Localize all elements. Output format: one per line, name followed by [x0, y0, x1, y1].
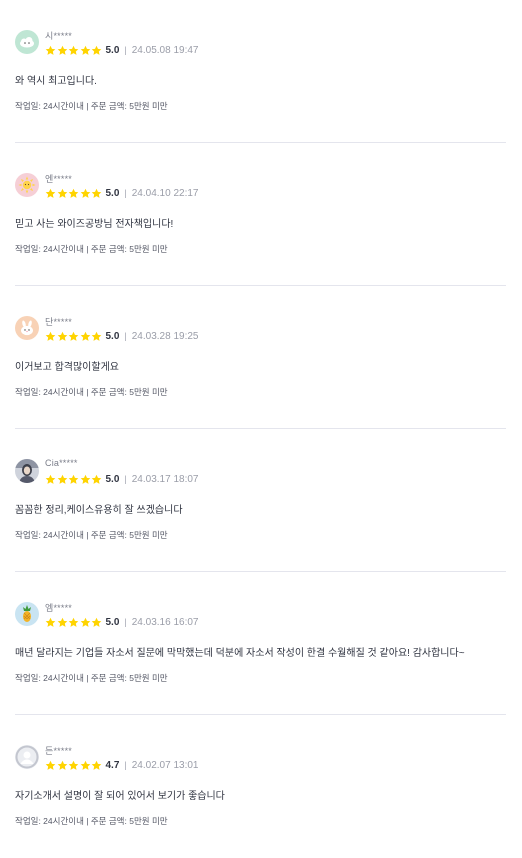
- review-content: 이거보고 합격많이할게요: [15, 362, 119, 373]
- star-icon: [45, 45, 56, 55]
- review-content: 믿고 사는 와이즈공방님 전자책입니다!: [15, 219, 174, 230]
- star-icon: [57, 474, 67, 484]
- star-icon: [57, 45, 67, 55]
- star-icon: [68, 617, 79, 627]
- star-icon: [68, 474, 79, 484]
- star-icon: [80, 760, 90, 770]
- profile-photo-avatar-icon[interactable]: [15, 459, 39, 483]
- star-rating: [45, 760, 103, 771]
- star-icon: [80, 617, 90, 627]
- star-icon: [91, 760, 102, 770]
- reviewer-nickname: Cia*****: [45, 458, 78, 468]
- reviewer-nickname: 단*****: [45, 317, 72, 327]
- review-date: 24.03.16 16:07: [131, 616, 199, 628]
- cloud-avatar-icon[interactable]: [15, 30, 39, 54]
- separator: |: [124, 474, 127, 484]
- star-icon: [68, 188, 79, 198]
- rating-line: 5.0 | 24.05.08 19:47: [45, 44, 198, 56]
- review-content: 꼼꼼한 정리,케이스유용히 잘 쓰겠습니다: [15, 505, 183, 516]
- rating-line: 5.0 | 24.03.17 18:07: [45, 473, 198, 485]
- star-rating: [45, 331, 103, 342]
- star-icon: [91, 617, 102, 627]
- review-item: 엠***** 5.0 | 24.03.16 16:07 매년 달라지는 기업들 …: [15, 572, 506, 715]
- star-icon: [68, 331, 79, 341]
- pineapple-avatar-icon[interactable]: [15, 602, 39, 626]
- review-item: 든***** 4.7 | 24.02.07 13:01 자기소개서 설명이 잘 …: [15, 715, 506, 858]
- star-icon: [80, 331, 90, 341]
- rating-line: 5.0 | 24.04.10 22:17: [45, 187, 198, 199]
- star-icon: [57, 331, 67, 341]
- review-date: 24.05.08 19:47: [131, 44, 199, 56]
- review-item: Cia***** 5.0 | 24.03.17 18:07 꼼꼼한 정리,케이스…: [15, 429, 506, 572]
- star-icon: [68, 760, 79, 770]
- separator: |: [124, 45, 127, 55]
- star-rating: [45, 45, 103, 56]
- review-list: 시***** 5.0 | 24.05.08 19:47 와 역시 최고입니다. …: [0, 0, 522, 858]
- review-meta: 작업일: 24시간이내 | 주문 금액: 5만원 미만: [15, 244, 168, 254]
- default-avatar-icon[interactable]: [15, 745, 39, 769]
- star-rating: [45, 474, 103, 485]
- star-icon: [80, 45, 90, 55]
- review-item: 엔***** 5.0 | 24.04.10 22:17 믿고 사는 와이즈공방님…: [15, 143, 506, 286]
- separator: |: [124, 331, 127, 341]
- reviewer-nickname: 엠*****: [45, 603, 72, 613]
- review-meta: 작업일: 24시간이내 | 주문 금액: 5만원 미만: [15, 673, 168, 683]
- star-icon: [91, 188, 102, 198]
- star-icon: [91, 474, 102, 484]
- star-rating: [45, 188, 103, 199]
- star-icon: [45, 617, 56, 627]
- review-item: 시***** 5.0 | 24.05.08 19:47 와 역시 최고입니다. …: [15, 0, 506, 143]
- star-icon: [45, 760, 56, 770]
- rating-score: 5.0: [105, 330, 120, 342]
- review-content: 와 역시 최고입니다.: [15, 76, 97, 87]
- review-date: 24.02.07 13:01: [131, 759, 199, 771]
- rating-score: 4.7: [105, 759, 120, 771]
- reviewer-nickname: 든*****: [45, 746, 72, 756]
- star-icon: [45, 188, 56, 198]
- star-icon: [68, 45, 79, 55]
- star-icon: [91, 45, 102, 55]
- star-icon: [57, 188, 67, 198]
- review-content: 자기소개서 설명이 잘 되어 있어서 보기가 좋습니다: [15, 791, 225, 802]
- review-content: 매년 달라지는 기업들 자소서 질문에 막막했는데 덕분에 자소서 작성이 한결…: [15, 648, 465, 659]
- star-icon: [57, 760, 67, 770]
- separator: |: [124, 188, 127, 198]
- rating-line: 4.7 | 24.02.07 13:01: [45, 759, 198, 771]
- star-icon: [80, 188, 90, 198]
- rating-score: 5.0: [105, 616, 120, 628]
- star-icon: [45, 331, 56, 341]
- rating-line: 5.0 | 24.03.28 19:25: [45, 330, 198, 342]
- rating-score: 5.0: [105, 473, 120, 485]
- sun-avatar-icon[interactable]: [15, 173, 39, 197]
- review-meta: 작업일: 24시간이내 | 주문 금액: 5만원 미만: [15, 816, 168, 826]
- review-date: 24.03.17 18:07: [131, 473, 199, 485]
- star-icon: [57, 617, 67, 627]
- rating-line: 5.0 | 24.03.16 16:07: [45, 616, 198, 628]
- separator: |: [124, 760, 127, 770]
- bunny-avatar-icon[interactable]: [15, 316, 39, 340]
- rating-score: 5.0: [105, 187, 120, 199]
- star-rating: [45, 617, 103, 628]
- star-icon: [80, 474, 90, 484]
- reviewer-nickname: 시*****: [45, 31, 72, 41]
- separator: |: [124, 617, 127, 627]
- star-icon: [45, 474, 56, 484]
- reviewer-nickname: 엔*****: [45, 174, 72, 184]
- review-item: 단***** 5.0 | 24.03.28 19:25 이거보고 합격많이할게요…: [15, 286, 506, 429]
- review-meta: 작업일: 24시간이내 | 주문 금액: 5만원 미만: [15, 530, 168, 540]
- review-date: 24.04.10 22:17: [131, 187, 199, 199]
- review-meta: 작업일: 24시간이내 | 주문 금액: 5만원 미만: [15, 101, 168, 111]
- rating-score: 5.0: [105, 44, 120, 56]
- star-icon: [91, 331, 102, 341]
- review-date: 24.03.28 19:25: [131, 330, 199, 342]
- review-meta: 작업일: 24시간이내 | 주문 금액: 5만원 미만: [15, 387, 168, 397]
